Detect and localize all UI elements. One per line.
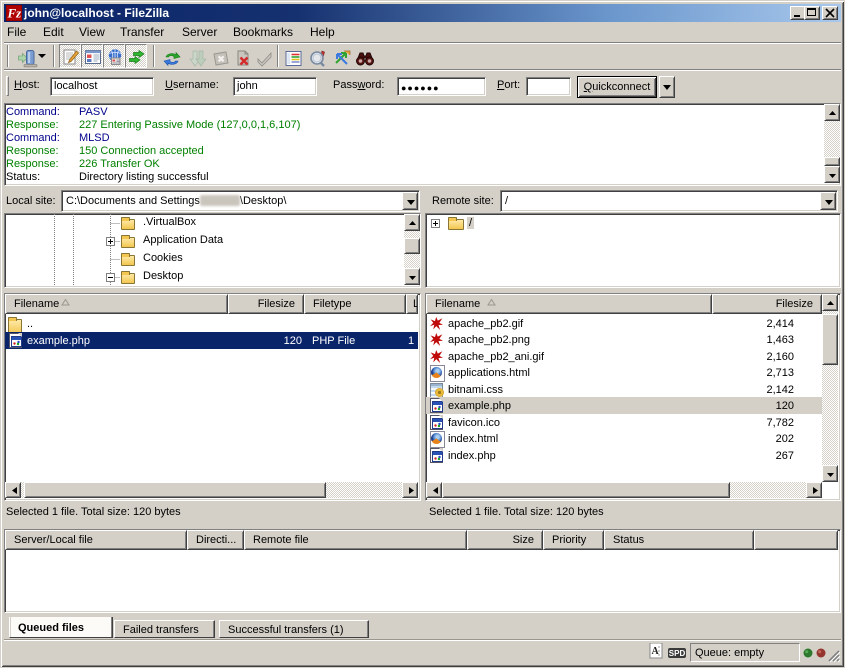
svg-text:Fz: Fz xyxy=(7,6,23,21)
svg-text:A: A xyxy=(652,646,660,657)
